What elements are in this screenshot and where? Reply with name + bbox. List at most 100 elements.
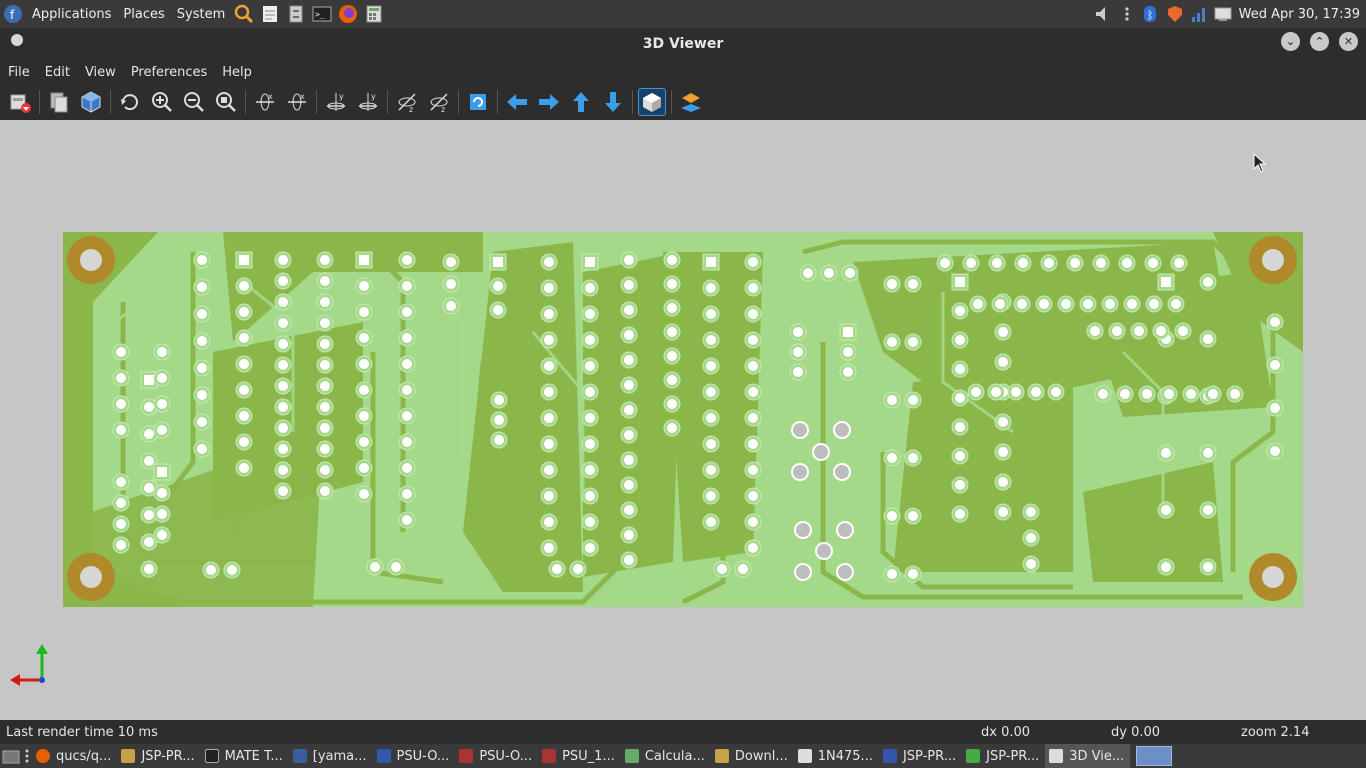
window-titlebar[interactable]: 3D Viewer ⌄ ⌃ ✕ (0, 28, 1366, 60)
menu-edit[interactable]: Edit (39, 65, 76, 80)
fedora-logo-icon[interactable]: f (1, 3, 25, 25)
menu-view[interactable]: View (79, 65, 122, 80)
toolbar-separator (110, 90, 111, 114)
menu-file[interactable]: File (2, 65, 36, 80)
menu-dots-icon[interactable] (22, 744, 32, 768)
move-up-icon[interactable] (567, 88, 595, 116)
firefox-icon (36, 749, 50, 763)
taskbar-item[interactable]: PSU_1... (538, 744, 621, 768)
taskbar-item[interactable]: PSU-O... (373, 744, 456, 768)
toolbar-separator (387, 90, 388, 114)
workspace-switcher[interactable] (1136, 746, 1173, 766)
places-menu[interactable]: Places (117, 0, 170, 28)
calculator-launcher-icon[interactable] (362, 3, 386, 25)
svg-text:y: y (339, 92, 344, 101)
terminal-icon (204, 749, 219, 763)
flip-board-icon[interactable] (464, 88, 492, 116)
volume-icon[interactable] (1092, 3, 1114, 25)
layers-icon[interactable] (677, 88, 705, 116)
applications-menu[interactable]: Applications (26, 0, 117, 28)
taskbar-item[interactable]: 1N475... (794, 744, 879, 768)
firefox-launcher-icon[interactable] (336, 3, 360, 25)
rotate-z-cw-icon[interactable]: z (393, 88, 421, 116)
reload-icon[interactable] (116, 88, 144, 116)
statusbar: Last render time 10 ms dx 0.00 dy 0.00 z… (0, 720, 1366, 744)
toolbar-separator (245, 90, 246, 114)
dx-readout: dx 0.00 (981, 725, 1031, 740)
chevron-up-icon: ⌃ (1314, 35, 1325, 48)
kicad-pcb-icon (542, 749, 557, 763)
menu-dots-icon[interactable] (1116, 3, 1138, 25)
rotate-x-ccw-icon[interactable]: x (283, 88, 311, 116)
mouse-cursor-icon (1253, 153, 1267, 173)
axis-gizmo-icon (10, 644, 48, 686)
panel-clock[interactable]: Wed Apr 30, 17:39 (1235, 7, 1366, 22)
copy-icon[interactable] (45, 88, 73, 116)
zoom-readout: zoom 2.14 (1241, 725, 1310, 740)
taskbar-item[interactable]: Calcula... (621, 744, 711, 768)
top-panel: f Applications Places System >_ ᛒ Wed Ap… (0, 0, 1366, 28)
move-down-icon[interactable] (599, 88, 627, 116)
search-launcher-icon[interactable] (232, 3, 256, 25)
file-cabinet-launcher-icon[interactable] (284, 3, 308, 25)
dy-readout: dy 0.00 (1111, 725, 1161, 740)
taskbar-item-active[interactable]: 3D Vie... (1045, 744, 1131, 768)
move-right-icon[interactable] (535, 88, 563, 116)
move-left-icon[interactable] (503, 88, 531, 116)
close-button[interactable]: ✕ (1339, 32, 1358, 51)
export-icon[interactable] (6, 88, 34, 116)
taskbar-item[interactable]: JSP-PR... (117, 744, 200, 768)
folder-icon (121, 749, 136, 763)
window-menu-icon[interactable] (11, 34, 23, 46)
zoom-out-icon[interactable] (180, 88, 208, 116)
system-menu[interactable]: System (171, 0, 231, 28)
update-shield-icon[interactable] (1164, 3, 1186, 25)
chevron-down-icon: ⌄ (1285, 35, 1296, 48)
kicad-schematic-icon (966, 749, 981, 763)
rotate-x-cw-icon[interactable]: x (251, 88, 279, 116)
show-desktop-icon[interactable] (0, 744, 22, 768)
taskbar-item[interactable]: qucs/q... (32, 744, 117, 768)
window-title: 3D Viewer (642, 36, 724, 52)
workspace-display-icon[interactable] (1212, 3, 1234, 25)
kicad-icon (376, 749, 391, 763)
rotate-y-ccw-icon[interactable]: y (354, 88, 382, 116)
board-3d-icon[interactable] (77, 88, 105, 116)
svg-text:>_: >_ (315, 10, 325, 19)
taskbar: qucs/q... JSP-PR... MATE T... [yama... P… (0, 744, 1366, 768)
orthographic-icon[interactable] (638, 88, 666, 116)
taskbar-item[interactable]: JSP-PR... (879, 744, 962, 768)
menubar: File Edit View Preferences Help (0, 60, 1366, 84)
taskbar-item[interactable]: MATE T... (201, 744, 289, 768)
menu-preferences[interactable]: Preferences (125, 65, 213, 80)
zoom-fit-icon[interactable] (212, 88, 240, 116)
3d-viewport[interactable] (0, 120, 1366, 720)
svg-text:x: x (300, 92, 305, 101)
taskbar-item[interactable]: JSP-PR... (962, 744, 1045, 768)
kicad-icon (882, 749, 897, 763)
svg-text:z: z (441, 105, 445, 114)
terminal-launcher-icon[interactable]: >_ (310, 3, 334, 25)
taskbar-item[interactable]: PSU-O... (455, 744, 538, 768)
svg-text:ᛒ: ᛒ (1147, 9, 1154, 22)
taskbar-item[interactable]: Downl... (711, 744, 794, 768)
maximize-button[interactable]: ⌃ (1310, 32, 1329, 51)
taskbar-item[interactable]: [yama... (289, 744, 373, 768)
minimize-button[interactable]: ⌄ (1281, 32, 1300, 51)
kicad-pcb-icon (459, 749, 474, 763)
render-time-label: Last render time 10 ms (6, 725, 158, 740)
toolbar-separator (316, 90, 317, 114)
rotate-z-ccw-icon[interactable]: z (425, 88, 453, 116)
text-editor-icon (797, 749, 812, 763)
bluetooth-icon[interactable]: ᛒ (1140, 3, 1162, 25)
svg-text:x: x (268, 92, 273, 101)
rotate-y-cw-icon[interactable]: y (322, 88, 350, 116)
toolbar-separator (458, 90, 459, 114)
text-editor-launcher-icon[interactable] (258, 3, 282, 25)
svg-text:y: y (371, 92, 376, 101)
toolbar-separator (671, 90, 672, 114)
menu-help[interactable]: Help (216, 65, 258, 80)
zoom-in-icon[interactable] (148, 88, 176, 116)
network-signal-icon[interactable] (1188, 3, 1210, 25)
toolbar-separator (632, 90, 633, 114)
